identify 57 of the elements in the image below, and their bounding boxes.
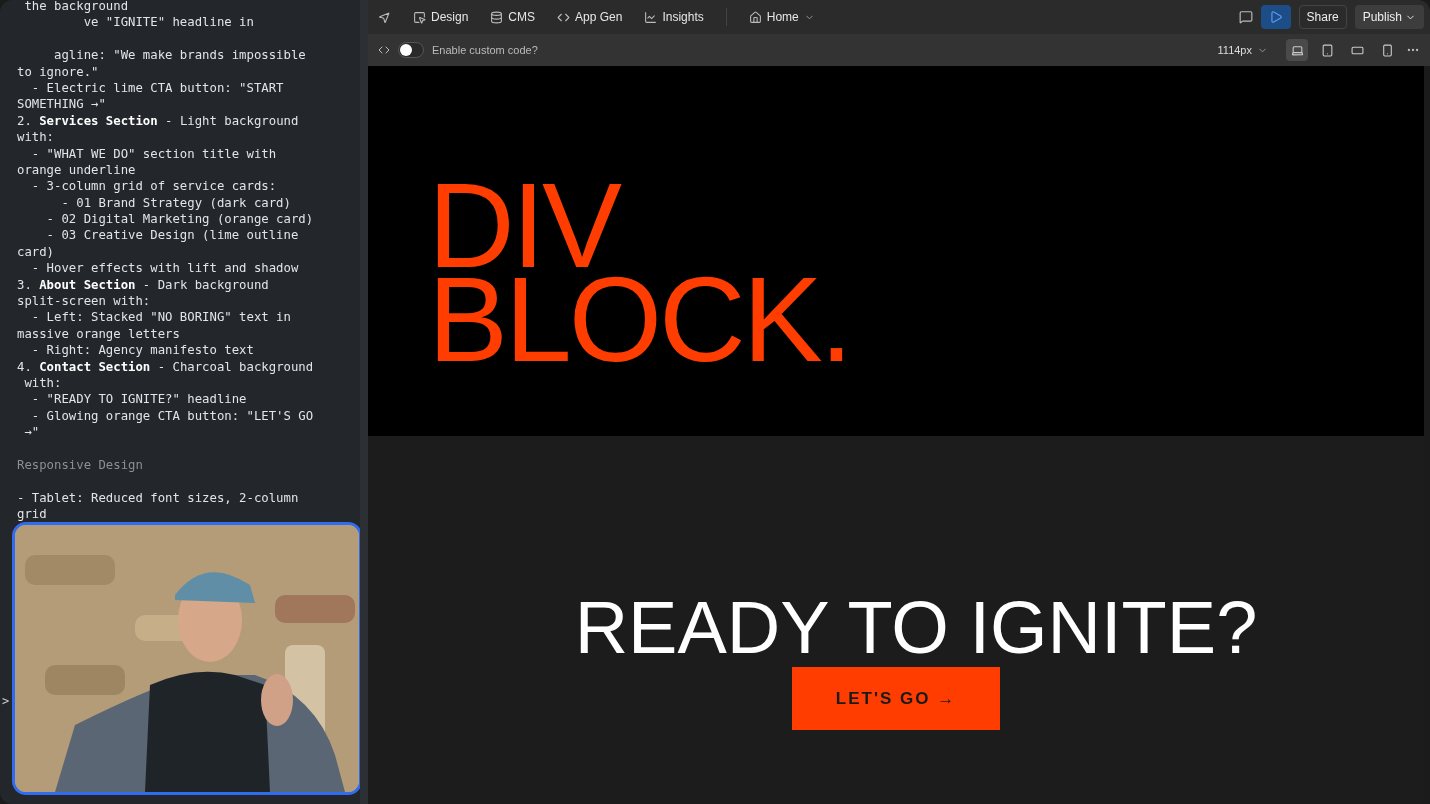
database-icon xyxy=(490,10,504,24)
cursor-square-icon xyxy=(413,10,426,24)
prompt-line: card) xyxy=(17,243,55,261)
prompt-line: orange underline xyxy=(17,161,136,179)
code-icon xyxy=(378,44,390,56)
hero-headline: DIV xyxy=(428,178,620,272)
expand-handle[interactable]: > xyxy=(2,694,10,708)
prompt-line: ve "IGNITE" headline in xyxy=(82,14,254,31)
width-selector[interactable]: 1114px xyxy=(1217,44,1268,56)
tablet-icon xyxy=(1320,43,1334,57)
breakpoint-button[interactable] xyxy=(1286,39,1308,61)
prompt-line: - Glowing orange CTA button: "LET'S GO xyxy=(30,407,314,425)
toggle-label: Enable custom code? xyxy=(432,44,538,56)
nav-tab[interactable]: Insights xyxy=(644,10,704,24)
prompt-line: split-screen with: xyxy=(17,293,151,310)
prompt-line: 4. Contact Section - Charcoal background xyxy=(17,358,314,375)
prompt-line: - Right: Agency manifesto text xyxy=(30,342,254,359)
nav-tab[interactable]: App Gen xyxy=(557,10,623,24)
preview-button[interactable] xyxy=(1260,5,1291,29)
prompt-line: - 02 Digital Marketing (orange card) xyxy=(45,211,314,228)
prompt-line: - "WHAT WE DO" section title with xyxy=(30,145,277,162)
prompt-line: 3. About Section - Dark background xyxy=(17,276,269,294)
prompt-line: massive orange letters xyxy=(17,325,180,343)
prompt-line: - Electric lime CTA button: "START xyxy=(30,79,284,97)
prompt-line: to ignore." xyxy=(17,63,99,80)
pointer-icon[interactable] xyxy=(378,10,391,24)
prompt-line: with: xyxy=(23,375,62,392)
section-heading: Responsive Design xyxy=(17,456,143,474)
prompt-line: →" xyxy=(23,424,40,441)
phone-icon xyxy=(1380,43,1394,57)
prompt-line: - Tablet: Reduced font sizes, 2-column xyxy=(17,489,299,507)
prompt-line: - 01 Brand Strategy (dark card) xyxy=(60,194,291,212)
prompt-line: - Hover effects with lift and shadow xyxy=(30,260,299,277)
prompt-line: the background xyxy=(23,0,129,15)
line-chart-icon xyxy=(644,10,658,24)
laptop-icon xyxy=(1290,43,1304,57)
hero-headline: BLOCK. xyxy=(428,272,851,366)
page-selector[interactable]: Home xyxy=(748,10,815,24)
share-button[interactable]: Share xyxy=(1298,5,1347,29)
prompt-line: grid xyxy=(17,506,47,523)
prompt-line: agline: "We make brands impossible xyxy=(53,47,306,64)
prompt-line: SOMETHING →" xyxy=(17,96,106,113)
custom-code-toggle[interactable] xyxy=(398,42,424,58)
house-icon xyxy=(748,10,762,24)
prompt-line: with: xyxy=(17,129,55,146)
prompt-line: 2. Services Section - Light background xyxy=(17,112,299,130)
prompt-line: - 03 Creative Design (lime outline xyxy=(45,227,299,244)
nav-tab[interactable]: Design xyxy=(413,10,469,24)
prompt-line: - 3-column grid of service cards: xyxy=(30,178,277,195)
cta-button[interactable]: LET'S GO → xyxy=(792,667,1000,730)
prompt-line: - "READY TO IGNITE?" headline xyxy=(30,391,247,408)
contact-headline: READY TO IGNITE? xyxy=(574,586,1258,670)
prompt-line: - Left: Stacked "NO BORING" text in xyxy=(30,309,291,326)
play-icon xyxy=(1268,10,1283,24)
nav-tab[interactable]: CMS xyxy=(490,10,536,24)
comment-icon[interactable] xyxy=(1238,10,1253,24)
publish-button[interactable]: Publish xyxy=(1354,5,1424,29)
